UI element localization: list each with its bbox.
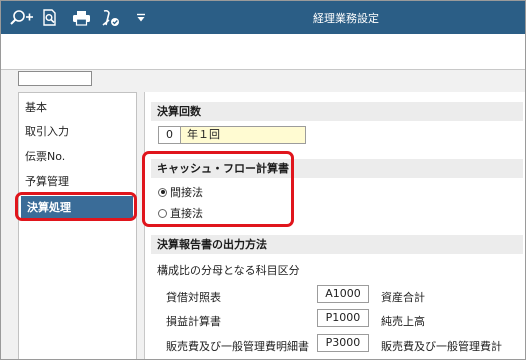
search-plus-icon[interactable] [7,8,35,28]
report-row-account: 純売上高 [381,315,425,328]
closing-count-heading: 決算回数 [151,102,523,121]
title-bar: 経理業務設定 [1,1,525,34]
report-row-name: 販売費及び一般管理費明細書 [166,340,309,353]
radio-direct-dot [158,208,167,218]
settings-check-icon[interactable] [101,8,121,28]
settings-panel: 決算回数 0 年１回 キャッシュ・フロー計算書 間接法 直接法 決算報告書の出力… [144,92,525,359]
radio-indirect-method[interactable]: 間接法 [158,184,203,200]
report-row-name: 損益計算書 [166,315,221,328]
nav-item-budget[interactable]: 予算管理 [25,173,69,191]
radio-direct-method[interactable]: 直接法 [158,205,203,221]
dropdown-arrow-icon[interactable] [134,8,148,28]
search-page-icon[interactable] [41,8,59,28]
window-title: 経理業務設定 [313,12,379,25]
report-row-code[interactable]: A1000 [317,285,369,303]
nav-item-transaction-entry[interactable]: 取引入力 [25,123,69,141]
report-subheading: 構成比の分母となる科目区分 [157,264,300,277]
nav-item-voucher-no[interactable]: 伝票No. [25,148,65,166]
toolbar-strip [1,34,525,70]
report-heading: 決算報告書の出力方法 [151,235,523,254]
cashflow-heading: キャッシュ・フロー計算書 [151,159,523,178]
radio-direct-label: 直接法 [170,207,203,220]
report-row-account: 資産合計 [381,291,425,304]
nav-item-closing[interactable]: 決算処理 [21,196,133,219]
report-row-code[interactable]: P1000 [317,309,369,327]
report-row-name: 貸借対照表 [166,291,221,304]
report-row-account: 販売費及び一般管理費計 [381,340,502,353]
nav-item-basic[interactable]: 基本 [25,99,47,117]
closing-count-text: 年１回 [187,128,220,141]
radio-indirect-dot [158,187,167,197]
settings-nav: 基本 取引入力 伝票No. 予算管理 決算処理 [18,92,137,359]
closing-count-field[interactable]: 0 年１回 [158,126,306,144]
app-window: 経理業務設定 基本 取引入力 伝票No. 予算管理 決算処理 決算回数 0 年１… [0,0,526,360]
category-combo[interactable] [18,71,92,86]
report-row-code[interactable]: P3000 [317,334,369,352]
radio-indirect-label: 間接法 [170,186,203,199]
printer-icon[interactable] [71,8,91,28]
closing-count-number: 0 [159,127,181,143]
